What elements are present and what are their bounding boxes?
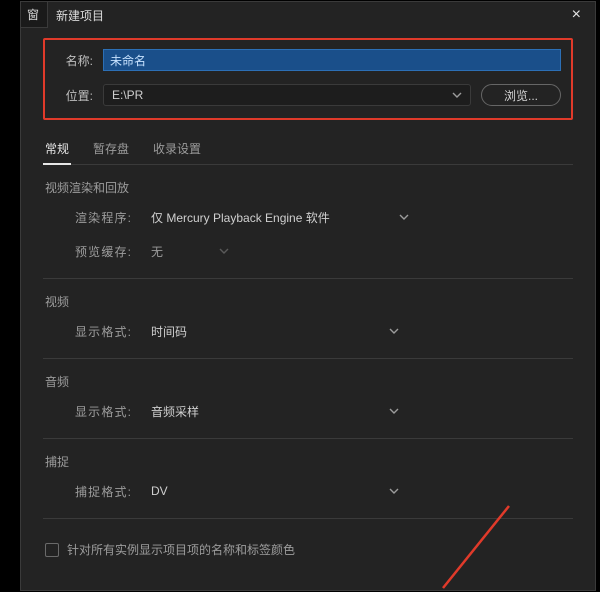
dialog-content: 名称: 位置: E:\PR 浏览... 常规 暂存盘 收 [21, 28, 595, 590]
section-audio-title: 音频 [43, 373, 573, 390]
section-capture-title: 捕捉 [43, 453, 573, 470]
capture-format-label: 捕捉格式: [75, 483, 131, 500]
divider [43, 518, 573, 519]
location-label: 位置: [55, 87, 93, 104]
close-icon[interactable]: × [566, 6, 587, 24]
titlebar: 窗 新建项目 × [21, 2, 595, 28]
tab-general[interactable]: 常规 [43, 134, 71, 164]
name-input[interactable] [103, 49, 561, 71]
section-capture: 捕捉 捕捉格式: DV [43, 453, 573, 502]
location-value: E:\PR [112, 88, 143, 102]
chevron-down-icon [389, 326, 399, 336]
chevron-down-icon [389, 406, 399, 416]
preview-cache-select: 无 [145, 240, 237, 262]
divider [43, 438, 573, 439]
audio-format-label: 显示格式: [75, 403, 131, 420]
checkbox-label: 针对所有实例显示项目项的名称和标签颜色 [67, 541, 295, 558]
section-audio: 音频 显示格式: 音频采样 [43, 373, 573, 422]
video-format-value: 时间码 [151, 323, 187, 340]
chevron-down-icon [389, 486, 399, 496]
audio-format-select[interactable]: 音频采样 [145, 400, 407, 422]
tab-scratch-disks[interactable]: 暂存盘 [91, 134, 131, 164]
section-render: 视频渲染和回放 渲染程序: 仅 Mercury Playback Engine … [43, 179, 573, 262]
section-render-title: 视频渲染和回放 [43, 179, 573, 196]
divider [43, 278, 573, 279]
window-title: 新建项目 [48, 7, 104, 24]
chevron-down-icon [399, 212, 409, 222]
browse-button[interactable]: 浏览... [481, 84, 561, 106]
preview-cache-value: 无 [151, 243, 163, 260]
name-location-group: 名称: 位置: E:\PR 浏览... [43, 38, 573, 120]
video-format-label: 显示格式: [75, 323, 131, 340]
titlebar-hint: 窗 [21, 2, 48, 28]
tab-ingest-settings[interactable]: 收录设置 [151, 134, 203, 164]
tabs: 常规 暂存盘 收录设置 [43, 134, 573, 165]
preview-cache-label: 预览缓存: [75, 243, 131, 260]
section-video: 视频 显示格式: 时间码 [43, 293, 573, 342]
chevron-down-icon [452, 90, 462, 100]
divider [43, 358, 573, 359]
name-label: 名称: [55, 52, 93, 69]
capture-format-select[interactable]: DV [145, 480, 407, 502]
checkbox-icon[interactable] [45, 543, 59, 557]
audio-format-value: 音频采样 [151, 403, 199, 420]
renderer-value: 仅 Mercury Playback Engine 软件 [151, 209, 330, 226]
renderer-label: 渲染程序: [75, 209, 131, 226]
renderer-select[interactable]: 仅 Mercury Playback Engine 软件 [145, 206, 417, 228]
location-select[interactable]: E:\PR [103, 84, 471, 106]
new-project-dialog: 窗 新建项目 × 名称: 位置: E:\PR [20, 1, 596, 591]
section-video-title: 视频 [43, 293, 573, 310]
chevron-down-icon [219, 246, 229, 256]
capture-format-value: DV [151, 484, 168, 498]
show-names-colors-checkbox-row[interactable]: 针对所有实例显示项目项的名称和标签颜色 [43, 541, 573, 558]
video-format-select[interactable]: 时间码 [145, 320, 407, 342]
